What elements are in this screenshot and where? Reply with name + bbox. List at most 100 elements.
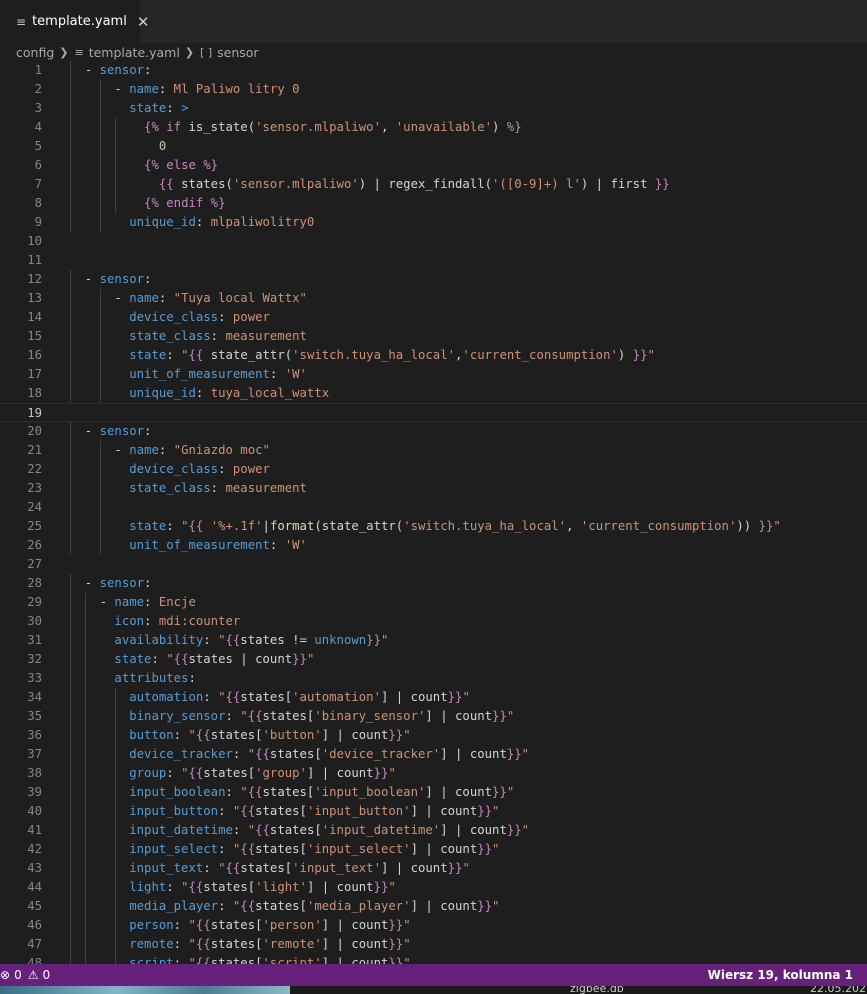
code-line[interactable]: 11 <box>0 251 867 270</box>
code-line[interactable]: 40 input_button: " {{states['input_button… <box>0 802 867 821</box>
breadcrumb-symbol[interactable]: sensor <box>217 45 258 60</box>
code-line[interactable]: 12 - sensor: <box>0 270 867 289</box>
code-line[interactable]: 3 state: > <box>0 99 867 118</box>
code-line[interactable]: 33 attributes: <box>0 669 867 688</box>
code-line[interactable]: 48 script: "{{states['script'] | count}}… <box>0 954 867 964</box>
code-token: {{ <box>240 804 256 818</box>
code-line[interactable]: 24 <box>0 498 867 517</box>
code-line[interactable]: 16 state: " {{ state_attr('switch.tuya_ha… <box>0 346 867 365</box>
line-number: 17 <box>27 367 42 381</box>
code-line[interactable]: 18 unique_id: tuya_local_wattx <box>0 384 867 403</box>
code-token: {{ <box>158 177 182 191</box>
code-token: : <box>144 424 152 438</box>
code-line[interactable]: 32 state: "{{states | count}}" <box>0 650 867 669</box>
code-line[interactable]: 41 input_datetime: "{{states['input_date… <box>0 821 867 840</box>
code-line[interactable]: 21 - name: "Gniazdo moc" <box>0 441 867 460</box>
code-line[interactable]: 29 - name: Encje <box>0 593 867 612</box>
code-line[interactable]: 34 automation: "{{states['automation'] |… <box>0 688 867 707</box>
code-token: Encje <box>158 595 196 609</box>
breadcrumb-folder[interactable]: config <box>16 45 54 60</box>
code-token: : <box>232 747 248 761</box>
taskbar-thumbnail <box>0 986 290 994</box>
code-token: measurement <box>225 329 307 343</box>
breadcrumb-file[interactable]: template.yaml <box>89 45 180 60</box>
code-line[interactable]: 30 icon: mdi:counter <box>0 612 867 631</box>
code-line[interactable]: 35 binary_sensor: "{{states['binary_sens… <box>0 707 867 726</box>
code-token: 'switch.tuya_ha_local' <box>292 348 456 362</box>
code-token: '([0-9]+) l' <box>492 177 581 191</box>
code-token: sensor <box>99 272 145 286</box>
code-token: name <box>129 443 159 457</box>
code-line[interactable]: 39 input_boolean: "{{states['input_boole… <box>0 783 867 802</box>
code-line[interactable]: 36 button: "{{states['button'] | count}}… <box>0 726 867 745</box>
code-token: " <box>388 880 396 894</box>
code-token: ] | count <box>306 766 374 780</box>
code-editor[interactable]: 1 - sensor: 2 - name: Ml Paliwo litry 03 … <box>0 61 867 964</box>
code-token: | <box>262 519 270 533</box>
code-token: 'switch.tuya_ha_local' <box>403 519 567 533</box>
code-line[interactable]: 31 availability: "{{states != unknown}}" <box>0 631 867 650</box>
code-line[interactable]: 44 light: "{{states['light'] | count}}" <box>0 878 867 897</box>
code-token: > <box>181 101 189 115</box>
code-token: 'current_consumption' <box>462 348 618 362</box>
code-token: 'input_button' <box>306 804 411 818</box>
code-line[interactable]: 38 group: "{{states['group'] | count}}" <box>0 764 867 783</box>
code-line[interactable]: 10 <box>0 232 867 251</box>
line-text: unique_id: tuya_local_wattx <box>70 384 329 403</box>
code-line[interactable]: 46 person: "{{states['person'] | count}}… <box>0 916 867 935</box>
code-token: - <box>70 291 130 305</box>
code-line[interactable]: 27 <box>0 555 867 574</box>
warning-icon: ⚠ <box>27 968 39 982</box>
code-token: 'automation' <box>292 690 381 704</box>
code-line[interactable]: 6 {% else %} <box>0 156 867 175</box>
code-line[interactable]: 15 state_class: measurement <box>0 327 867 346</box>
code-line[interactable]: 42 input_select: " {{states['input_select… <box>0 840 867 859</box>
line-number: 37 <box>27 747 42 761</box>
code-token: ] | count <box>410 899 478 913</box>
code-token: : <box>210 329 226 343</box>
code-line[interactable]: 47 remote: "{{states['remote'] | count}}… <box>0 935 867 954</box>
code-line[interactable]: 2 - name: Ml Paliwo litry 0 <box>0 80 867 99</box>
code-line[interactable]: 20 - sensor: <box>0 422 867 441</box>
tab-template-yaml[interactable]: ≡ template.yaml ✕ <box>0 0 149 43</box>
code-line[interactable]: 22 device_class: power <box>0 460 867 479</box>
code-line[interactable]: 17 unit_of_measurement: 'W' <box>0 365 867 384</box>
code-token: 0 <box>158 139 167 153</box>
code-line[interactable]: 19 <box>0 403 867 422</box>
code-token: " <box>218 690 226 704</box>
problems-indicator[interactable]: ⊗ 0 ⚠ 0 <box>0 968 50 982</box>
code-line[interactable]: 25 state: " {{ '%+.1f'|format(state_attr(… <box>0 517 867 536</box>
code-line[interactable]: 14 device_class: power <box>0 308 867 327</box>
code-line[interactable]: 1 - sensor: <box>0 61 867 80</box>
cursor-position[interactable]: Wiersz 19, kolumna 1 <box>708 968 853 982</box>
close-icon[interactable]: ✕ <box>137 13 150 31</box>
code-line[interactable]: 7 {{ states('sensor.mlpaliwo') | regex_f… <box>0 175 867 194</box>
code-token: : <box>144 595 159 609</box>
code-line[interactable]: 26 unit_of_measurement: 'W' <box>0 536 867 555</box>
code-line[interactable]: 43 input_text: "{{states['input_text'] |… <box>0 859 867 878</box>
code-token: ] | count <box>306 880 374 894</box>
code-line[interactable]: 5 0 <box>0 137 867 156</box>
code-line[interactable]: 37 device_tracker: "{{states['device_tra… <box>0 745 867 764</box>
code-token: {{ <box>247 785 263 799</box>
code-line[interactable]: 4 {% if is_state('sensor.mlpaliwo', 'una… <box>0 118 867 137</box>
code-line[interactable]: 23 state_class: measurement <box>0 479 867 498</box>
code-line[interactable]: 8 {% endif %} <box>0 194 867 213</box>
code-line[interactable]: 13 - name: "Tuya local Wattx" <box>0 289 867 308</box>
line-number: 30 <box>27 614 42 628</box>
code-line[interactable]: 28 - sensor: <box>0 574 867 593</box>
code-line[interactable]: 9 unique_id: mlpaliwolitry0 <box>0 213 867 232</box>
code-token: states | count <box>188 652 293 666</box>
code-token: states[ <box>210 918 263 932</box>
code-line[interactable]: 45 media_player: " {{states['media_player… <box>0 897 867 916</box>
